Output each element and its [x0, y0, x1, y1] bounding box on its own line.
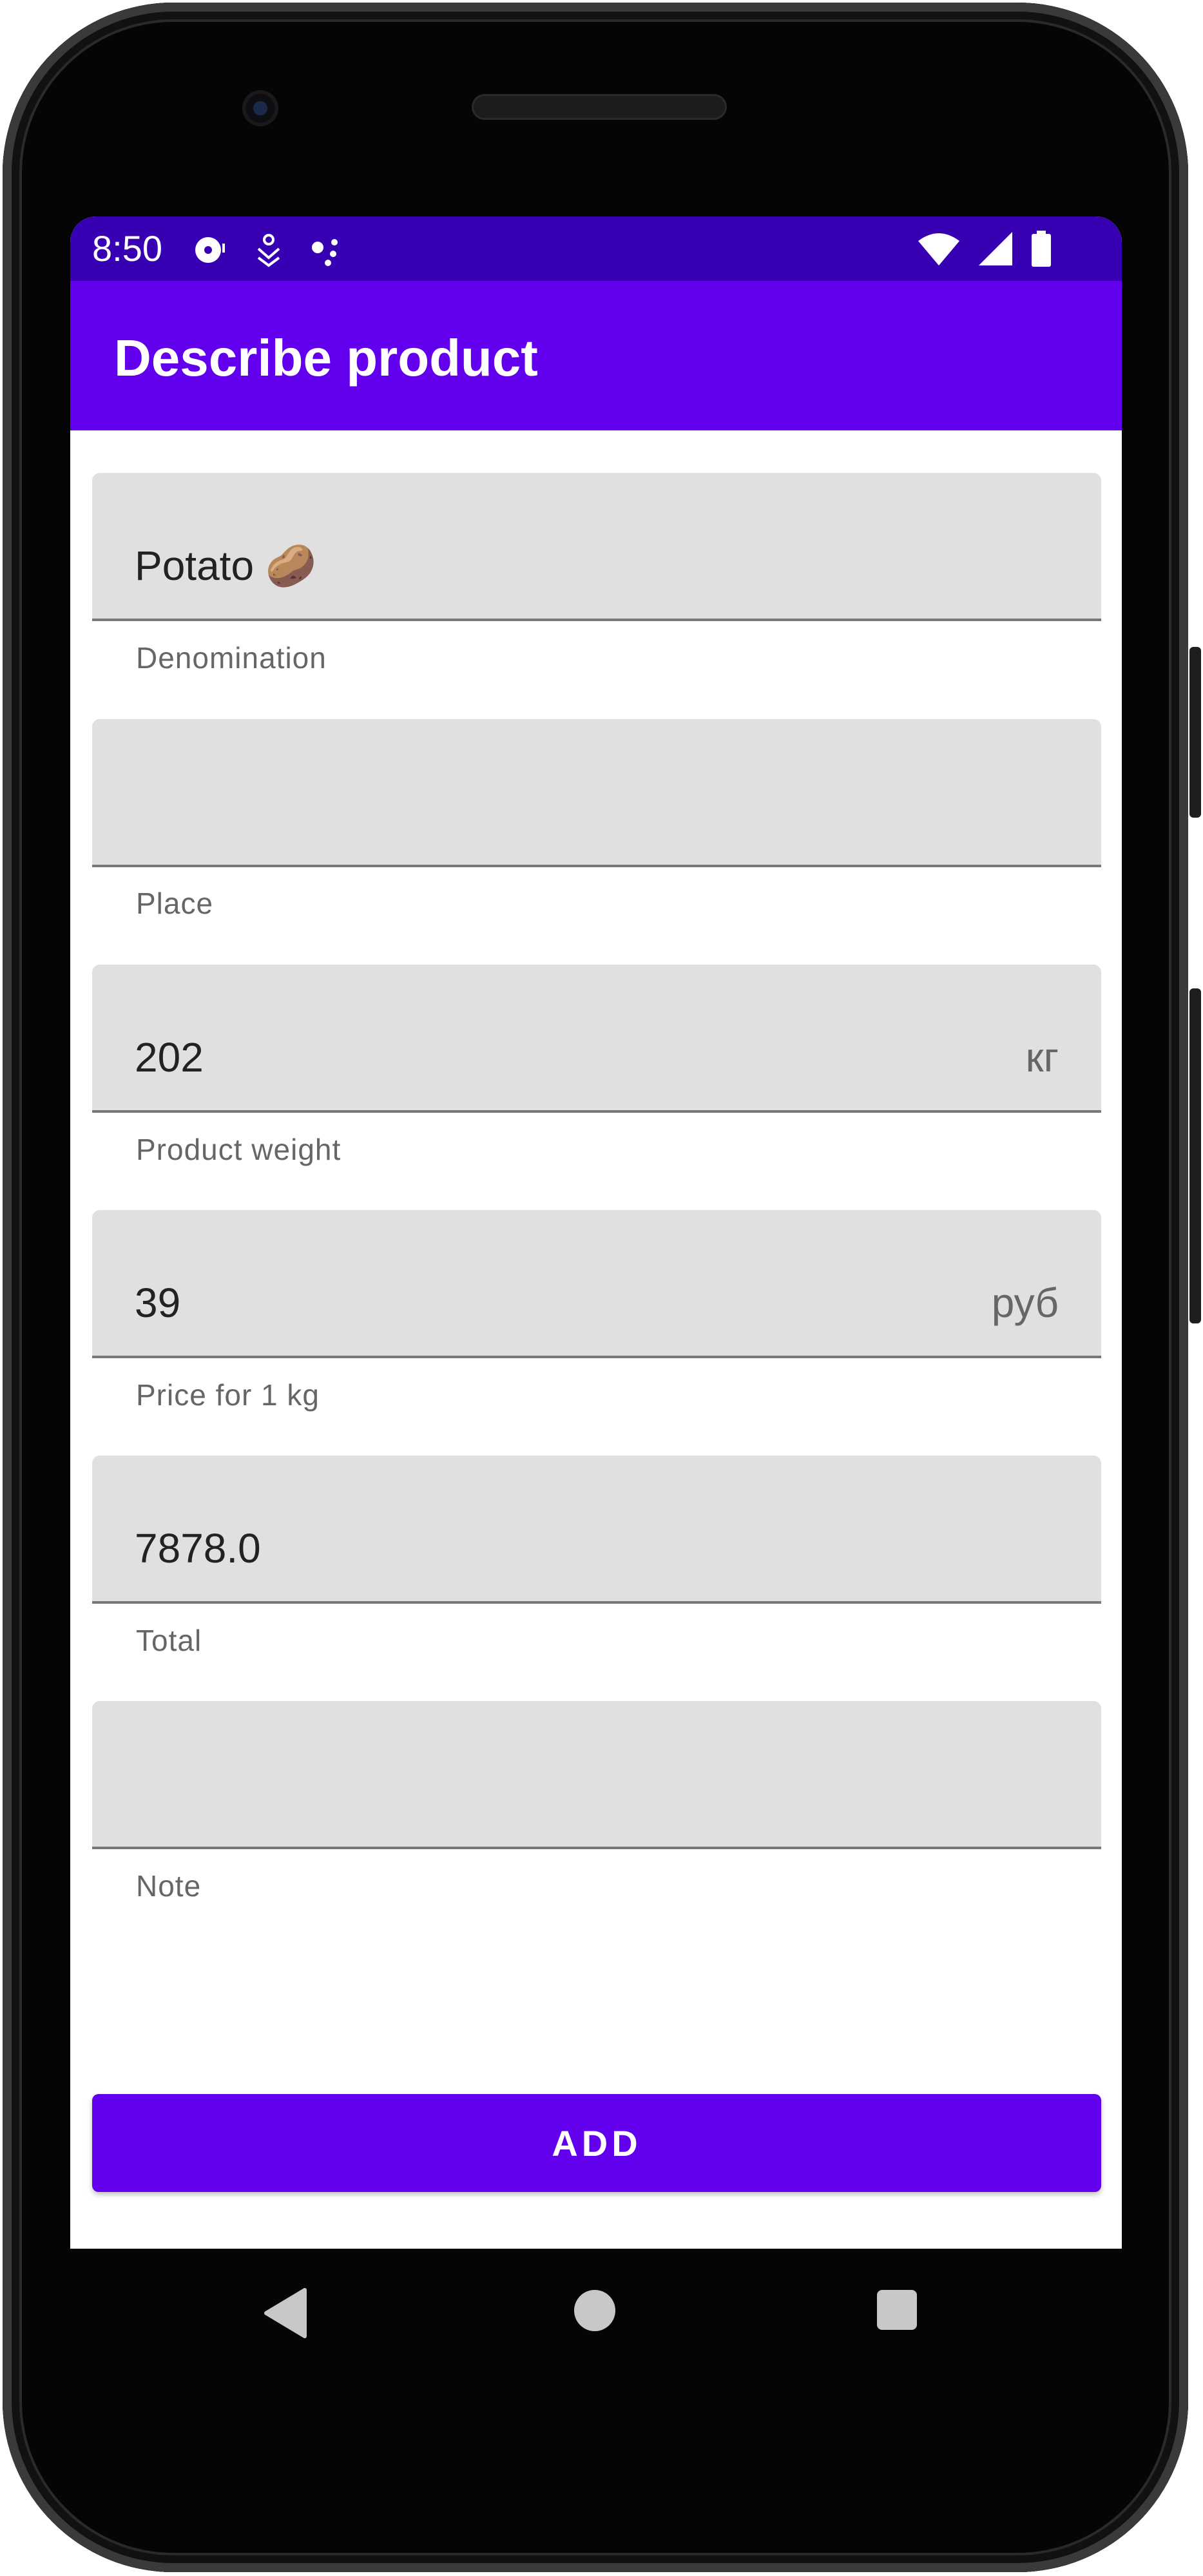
currency-suffix: руб	[991, 1280, 1059, 1326]
battery-icon	[1032, 231, 1051, 267]
note-helper: Note	[136, 1869, 202, 1903]
place-field[interactable]	[92, 719, 1101, 867]
price-value: 39	[135, 1280, 181, 1326]
page-title: Describe product	[114, 329, 538, 387]
product-weight-value: 202	[135, 1034, 204, 1081]
cell-signal-icon	[979, 232, 1012, 265]
navigation-bar	[3, 2249, 1203, 2378]
weight-unit-suffix: кг	[1025, 1034, 1059, 1081]
product-weight-field[interactable]: 202 кг	[92, 965, 1101, 1113]
product-weight-helper: Product weight	[136, 1133, 342, 1166]
status-bar: 8:50	[70, 216, 1122, 281]
app-bar: Describe product	[70, 281, 1122, 430]
front-camera	[242, 90, 278, 126]
total-field[interactable]: 7878.0	[92, 1456, 1101, 1604]
system-status-icons	[918, 231, 1051, 267]
power-button	[1189, 988, 1201, 1323]
phone-frame: 8:50 Describe product Potato 🥔 Denominat…	[3, 3, 1201, 2572]
denomination-value: Potato 🥔	[135, 543, 317, 589]
home-icon[interactable]	[573, 2289, 617, 2332]
accessibility-icon	[257, 234, 280, 267]
earpiece-speaker	[472, 94, 727, 120]
total-helper: Total	[136, 1624, 202, 1657]
denomination-field[interactable]: Potato 🥔	[92, 473, 1101, 621]
total-value: 7878.0	[135, 1525, 261, 1572]
media-notification-icon	[195, 237, 225, 263]
volume-button	[1189, 647, 1201, 818]
back-icon[interactable]	[264, 2287, 309, 2339]
screen: 8:50 Describe product Potato 🥔 Denominat…	[70, 216, 1122, 2249]
add-button[interactable]: ADD	[92, 2094, 1101, 2192]
price-helper: Price for 1 kg	[136, 1378, 320, 1412]
price-field[interactable]: 39 руб	[92, 1210, 1101, 1358]
dots-notification-icon	[312, 239, 338, 266]
denomination-helper: Denomination	[136, 641, 327, 675]
wifi-icon	[918, 233, 959, 265]
note-field[interactable]	[92, 1701, 1101, 1849]
place-helper: Place	[136, 887, 214, 920]
status-time: 8:50	[92, 228, 162, 269]
recents-icon[interactable]	[876, 2289, 918, 2331]
notification-icons	[193, 232, 345, 268]
